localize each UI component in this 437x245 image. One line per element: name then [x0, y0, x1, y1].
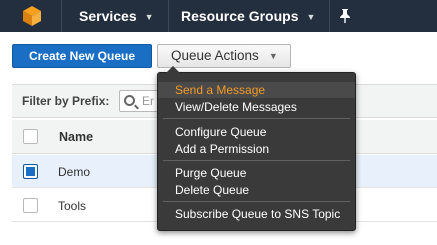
row-checkbox[interactable]: [23, 164, 38, 179]
column-header-name: Name: [59, 130, 94, 144]
services-label: Services: [79, 8, 137, 24]
services-menu[interactable]: Services ▼: [79, 0, 154, 32]
menu-divider: [163, 201, 350, 202]
aws-cube-icon: [23, 6, 41, 26]
nav-divider: [168, 0, 169, 32]
menu-item-configure-queue[interactable]: Configure Queue: [158, 124, 355, 140]
pin-icon: [340, 9, 350, 23]
menu-item-subscribe-sns[interactable]: Subscribe Queue to SNS Topic: [158, 206, 355, 222]
chevron-down-icon: ▼: [144, 12, 154, 22]
resource-groups-label: Resource Groups: [181, 8, 299, 24]
pin-button[interactable]: [339, 0, 353, 32]
queue-actions-label: Queue Actions: [171, 48, 259, 63]
menu-item-delete-queue[interactable]: Delete Queue: [158, 182, 355, 198]
filter-label: Filter by Prefix:: [22, 94, 110, 108]
filter-placeholder: Er: [142, 94, 154, 108]
search-icon: [124, 95, 135, 106]
chevron-down-icon: ▼: [306, 12, 316, 22]
resource-groups-menu[interactable]: Resource Groups ▼: [181, 0, 315, 32]
top-nav: Services ▼ Resource Groups ▼: [0, 0, 437, 32]
queue-name-cell: Tools: [58, 199, 87, 213]
menu-item-add-permission[interactable]: Add a Permission: [158, 141, 355, 157]
menu-item-send-message[interactable]: Send a Message: [158, 82, 355, 98]
aws-logo-button[interactable]: [0, 0, 62, 32]
create-new-queue-button[interactable]: Create New Queue: [12, 44, 152, 68]
menu-item-purge-queue[interactable]: Purge Queue: [158, 165, 355, 181]
menu-item-view-delete-messages[interactable]: View/Delete Messages: [158, 99, 355, 115]
queue-actions-menu: Send a Message View/Delete Messages Conf…: [157, 66, 356, 231]
queue-name-cell: Demo: [58, 165, 91, 179]
menu-divider: [163, 118, 350, 119]
chevron-down-icon: ▼: [268, 51, 278, 61]
select-all-checkbox[interactable]: [23, 129, 38, 144]
row-checkbox[interactable]: [23, 198, 38, 213]
nav-divider: [329, 0, 330, 32]
queue-actions-button[interactable]: Queue Actions ▼: [157, 44, 291, 68]
menu-divider: [163, 160, 350, 161]
